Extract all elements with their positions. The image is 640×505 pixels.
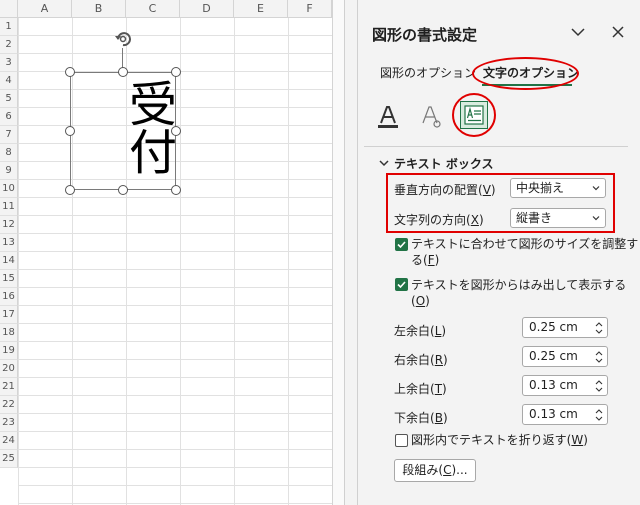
text-outline-icon[interactable] bbox=[416, 102, 444, 130]
overflow-text-label[interactable]: テキストを図形からはみ出して表示する (O) bbox=[411, 277, 626, 309]
row-header-10[interactable]: 10 bbox=[0, 180, 18, 198]
cell-grid[interactable] bbox=[18, 18, 344, 505]
worksheet[interactable]: A B C D E F 1 2 3 4 5 6 7 8 9 10 11 12 1… bbox=[0, 0, 344, 505]
row-header-13[interactable]: 13 bbox=[0, 234, 18, 252]
spinner-icon[interactable] bbox=[595, 350, 603, 364]
row-header-20[interactable]: 20 bbox=[0, 360, 18, 378]
row-header-15[interactable]: 15 bbox=[0, 270, 18, 288]
right-margin-value: 0.25 cm bbox=[529, 349, 578, 363]
row-header-1[interactable]: 1 bbox=[0, 18, 18, 36]
row-header-9[interactable]: 9 bbox=[0, 162, 18, 180]
row-header-17[interactable]: 17 bbox=[0, 306, 18, 324]
resize-shape-checkbox[interactable] bbox=[395, 238, 408, 251]
pane-title: 図形の書式設定 bbox=[372, 26, 478, 44]
bottom-margin-label: 下余白(B) bbox=[394, 411, 448, 425]
wrap-text-label[interactable]: 図形内でテキストを折り返す(W) bbox=[411, 432, 588, 448]
tab-shape-options[interactable]: 図形のオプション bbox=[380, 64, 476, 81]
format-shape-pane: 図形の書式設定 図形のオプション 文字のオプション テキスト ボックス 垂直方向… bbox=[358, 0, 640, 505]
row-header-5[interactable]: 5 bbox=[0, 90, 18, 108]
highlight-ellipse bbox=[472, 57, 579, 90]
row-header-19[interactable]: 19 bbox=[0, 342, 18, 360]
top-margin-value: 0.13 cm bbox=[529, 378, 578, 392]
top-margin-label: 上余白(T) bbox=[394, 382, 447, 396]
column-header-b[interactable]: B bbox=[72, 0, 126, 18]
text-fill-icon[interactable] bbox=[374, 102, 402, 130]
bottom-margin-input[interactable]: 0.13 cm bbox=[522, 404, 608, 425]
chevron-down-icon[interactable] bbox=[568, 22, 588, 42]
resize-handle-top-left[interactable] bbox=[65, 67, 75, 77]
column-header-c[interactable]: C bbox=[126, 0, 180, 18]
row-header-25[interactable]: 25 bbox=[0, 450, 18, 468]
left-margin-label: 左余白(L) bbox=[394, 324, 447, 338]
resize-handle-bottom-left[interactable] bbox=[65, 185, 75, 195]
rotate-handle-icon[interactable] bbox=[112, 28, 134, 50]
row-header-2[interactable]: 2 bbox=[0, 36, 18, 54]
divider-line bbox=[364, 146, 628, 147]
row-header-24[interactable]: 24 bbox=[0, 432, 18, 450]
resize-handle-top-right[interactable] bbox=[171, 67, 181, 77]
resize-handle-top[interactable] bbox=[118, 67, 128, 77]
resize-handle-right[interactable] bbox=[171, 126, 181, 136]
shape-text[interactable]: 受付 bbox=[71, 79, 176, 175]
section-header-textbox[interactable]: テキスト ボックス bbox=[394, 155, 493, 172]
resize-handle-bottom[interactable] bbox=[118, 185, 128, 195]
right-margin-label: 右余白(R) bbox=[394, 353, 448, 367]
column-header-d[interactable]: D bbox=[180, 0, 234, 18]
column-header-a[interactable]: A bbox=[18, 0, 72, 18]
row-header-4[interactable]: 4 bbox=[0, 72, 18, 90]
chevron-down-icon bbox=[592, 186, 600, 191]
resize-shape-label[interactable]: テキストに合わせて図形のサイズを調整す る(F) bbox=[411, 236, 638, 268]
wrap-text-checkbox[interactable] bbox=[395, 434, 408, 447]
row-header-21[interactable]: 21 bbox=[0, 378, 18, 396]
left-margin-value: 0.25 cm bbox=[529, 320, 578, 334]
textbox-shape[interactable]: 受付 bbox=[70, 72, 176, 190]
row-header-3[interactable]: 3 bbox=[0, 54, 18, 72]
chevron-down-icon[interactable] bbox=[378, 158, 390, 168]
vertical-align-value: 中央揃え bbox=[516, 181, 565, 195]
right-margin-input[interactable]: 0.25 cm bbox=[522, 346, 608, 367]
row-header-6[interactable]: 6 bbox=[0, 108, 18, 126]
row-header-7[interactable]: 7 bbox=[0, 126, 18, 144]
bottom-margin-value: 0.13 cm bbox=[529, 407, 578, 421]
pane-splitter[interactable] bbox=[344, 0, 358, 505]
overflow-text-checkbox[interactable] bbox=[395, 278, 408, 291]
resize-handle-left[interactable] bbox=[65, 126, 75, 136]
chevron-down-icon bbox=[592, 216, 600, 221]
spinner-icon[interactable] bbox=[595, 321, 603, 335]
row-header-14[interactable]: 14 bbox=[0, 252, 18, 270]
text-direction-value: 縦書き bbox=[516, 211, 553, 225]
row-header-8[interactable]: 8 bbox=[0, 144, 18, 162]
text-direction-select[interactable]: 縦書き bbox=[510, 208, 606, 228]
vertical-align-label: 垂直方向の配置(V) bbox=[394, 183, 496, 197]
sheet-right-edge bbox=[332, 0, 344, 505]
spinner-icon[interactable] bbox=[595, 379, 603, 393]
row-header-12[interactable]: 12 bbox=[0, 216, 18, 234]
column-header-f[interactable]: F bbox=[288, 0, 332, 18]
text-direction-label: 文字列の方向(X) bbox=[394, 213, 484, 227]
highlight-circle bbox=[452, 93, 496, 137]
select-all-corner[interactable] bbox=[0, 0, 18, 18]
row-header-23[interactable]: 23 bbox=[0, 414, 18, 432]
column-header-e[interactable]: E bbox=[234, 0, 288, 18]
spinner-icon[interactable] bbox=[595, 408, 603, 422]
close-icon[interactable] bbox=[608, 22, 628, 42]
resize-handle-bottom-right[interactable] bbox=[171, 185, 181, 195]
row-header-22[interactable]: 22 bbox=[0, 396, 18, 414]
top-margin-input[interactable]: 0.13 cm bbox=[522, 375, 608, 396]
left-margin-input[interactable]: 0.25 cm bbox=[522, 317, 608, 338]
row-header-16[interactable]: 16 bbox=[0, 288, 18, 306]
vertical-align-select[interactable]: 中央揃え bbox=[510, 178, 606, 198]
row-header-11[interactable]: 11 bbox=[0, 198, 18, 216]
row-header-18[interactable]: 18 bbox=[0, 324, 18, 342]
columns-button[interactable]: 段組み(C)... bbox=[394, 459, 476, 482]
